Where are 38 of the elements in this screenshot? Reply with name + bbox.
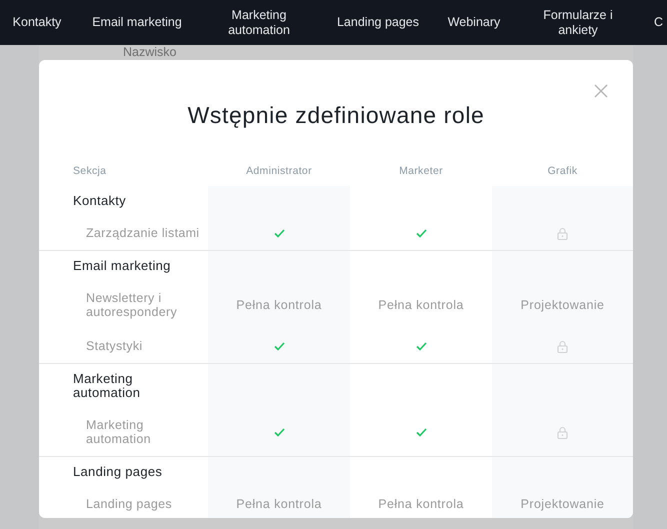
check-icon — [416, 428, 426, 436]
column-label: Nazwisko — [123, 45, 176, 59]
subsection-name: Landing pages — [86, 497, 172, 511]
section-name: Landing pages — [73, 465, 162, 479]
subsection-name: Statystyki — [86, 339, 142, 353]
nav-link[interactable]: Marketing automation — [200, 8, 318, 38]
nav-link[interactable]: C — [646, 15, 667, 30]
check-icon — [274, 342, 284, 350]
nav-link[interactable]: Formularze i ankiety — [510, 8, 646, 38]
check-icon — [274, 428, 284, 436]
section-name: Email marketing — [73, 259, 171, 273]
permission-level: Pełna kontrola — [378, 298, 464, 312]
modal-title: Wstępnie zdefiniowane role — [186, 101, 486, 130]
check-icon — [416, 228, 426, 238]
nav-link[interactable]: Kontakty — [0, 15, 74, 30]
close-icon[interactable] — [594, 84, 608, 98]
permission-level: Pełna kontrola — [236, 497, 322, 511]
check-icon — [274, 228, 284, 238]
subsection-name: Newslettery i autorespondery — [86, 291, 178, 319]
column-header: Grafik — [548, 165, 578, 177]
column-header: Marketer — [399, 165, 443, 177]
nav-link[interactable]: Webinary — [438, 15, 510, 30]
lock-icon — [557, 426, 568, 438]
column-header: Administrator — [246, 165, 312, 177]
column-header: Sekcja — [73, 165, 106, 177]
nav-link[interactable]: Landing pages — [318, 15, 438, 30]
section-name: Kontakty — [73, 194, 126, 208]
nav-link[interactable]: Email marketing — [74, 15, 200, 30]
permission-level: Projektowanie — [520, 497, 604, 511]
subsection-name: Marketing automation — [86, 418, 152, 446]
section-name: Marketing automation — [73, 372, 142, 400]
subsection-name: Zarządzanie listami — [86, 226, 200, 240]
permission-level: Pełna kontrola — [236, 298, 322, 312]
permission-level: Pełna kontrola — [378, 497, 464, 511]
check-icon — [416, 342, 426, 350]
lock-icon — [557, 226, 568, 240]
permission-level: Projektowanie — [520, 298, 604, 312]
lock-icon — [557, 340, 568, 352]
